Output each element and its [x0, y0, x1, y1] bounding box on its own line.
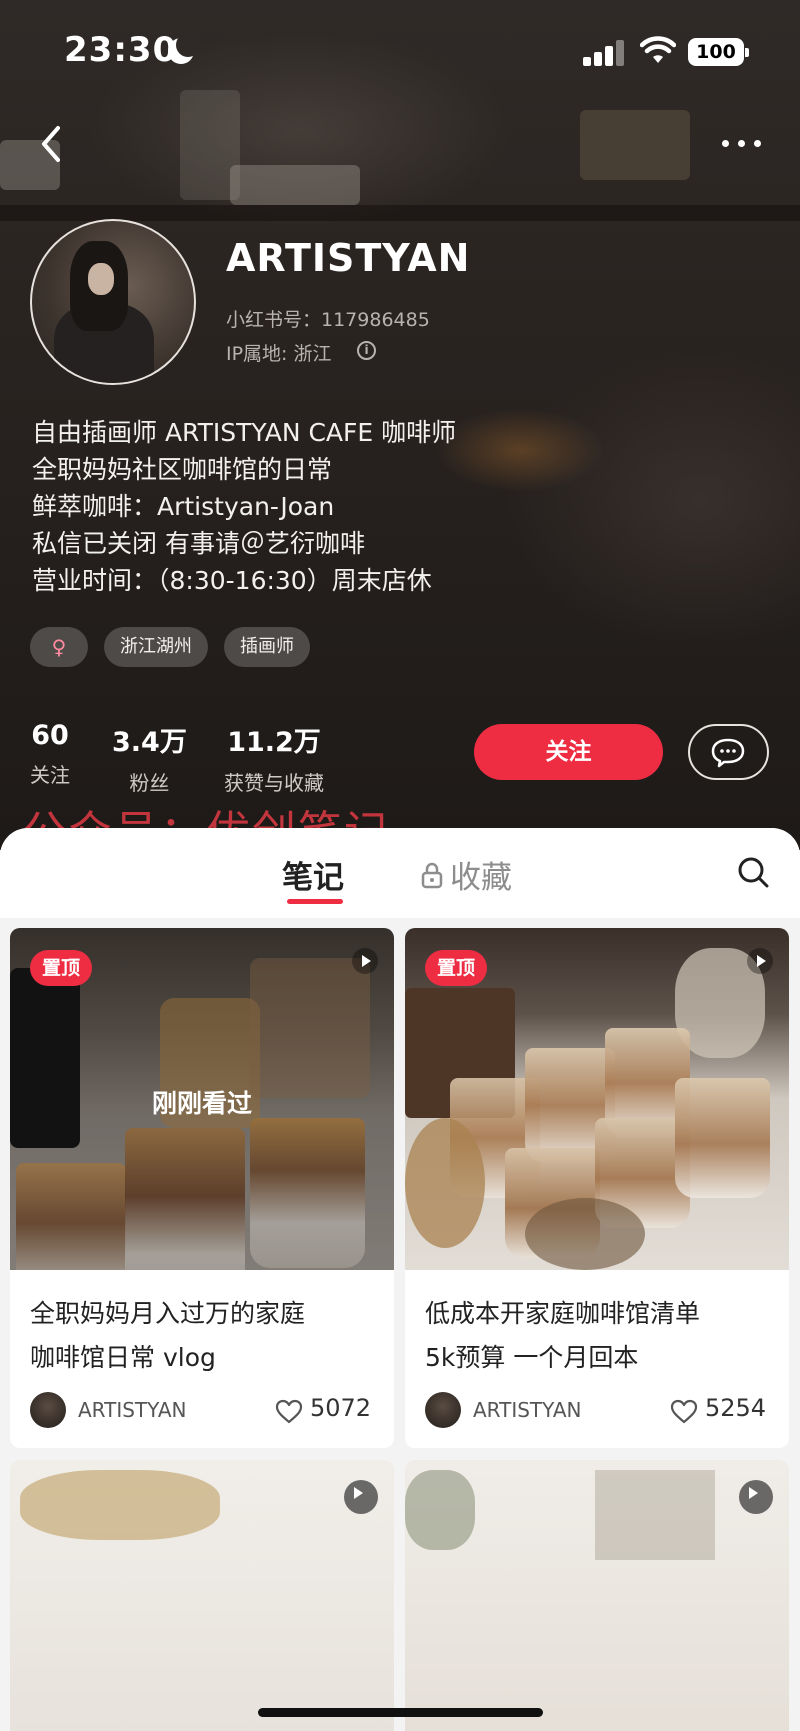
like-count: 5072	[310, 1394, 372, 1422]
video-play-icon	[344, 1480, 378, 1514]
more-dot-icon	[738, 140, 745, 147]
stat-following[interactable]: 60 关注	[30, 720, 70, 788]
bio-line: 营业时间：（8:30-16:30）周末店休	[32, 566, 432, 595]
background-radio	[580, 110, 690, 180]
pinned-badge: 置顶	[425, 950, 488, 986]
active-tab-indicator	[287, 899, 343, 904]
tab-collections-label: 收藏	[450, 860, 512, 896]
video-play-icon	[739, 1480, 773, 1514]
video-play-icon	[747, 948, 773, 974]
note-title: 全职妈妈月入过万的家庭 咖啡馆日常 vlog	[30, 1292, 380, 1380]
status-time: 23:30	[64, 30, 178, 70]
cellular-signal-icon	[583, 40, 625, 66]
battery-indicator: 100	[688, 38, 749, 66]
chat-bubble-icon	[711, 738, 745, 768]
search-button[interactable]	[734, 853, 774, 893]
profile-tags: ♀ 浙江湖州 插画师	[30, 627, 310, 667]
profile-avatar[interactable]	[30, 219, 196, 385]
video-play-icon	[352, 948, 378, 974]
tab-notes[interactable]: 笔记	[282, 852, 344, 897]
do-not-disturb-icon	[168, 33, 200, 64]
back-button[interactable]	[34, 120, 70, 168]
note-card[interactable]: 置顶 刚刚看过 全职妈妈月入过万的家庭 咖啡馆日常 vlog ARTISTYAN…	[10, 928, 394, 1448]
author-name[interactable]: ARTISTYAN	[78, 1398, 186, 1422]
note-title-line: 全职妈妈月入过万的家庭	[30, 1299, 306, 1328]
stat-label: 关注	[30, 763, 70, 787]
follow-button[interactable]: 关注	[474, 724, 663, 780]
recently-viewed-label: 刚刚看过	[151, 1089, 252, 1118]
stat-likes-collections[interactable]: 11.2万 获赞与收藏	[224, 720, 324, 796]
stat-label: 粉丝	[129, 771, 170, 795]
note-title-line: 咖啡馆日常 vlog	[30, 1343, 216, 1372]
profile-bio: 自由插画师 ARTISTYAN CAFE 咖啡师 全职妈妈社区咖啡馆的日常 鲜萃…	[32, 414, 752, 599]
note-card[interactable]	[10, 1460, 394, 1731]
bio-line: 全职妈妈社区咖啡馆的日常	[32, 455, 333, 484]
note-title-line: 5k预算 一个月回本	[425, 1343, 639, 1372]
notes-panel: 笔记 收藏 置顶 刚刚看过 全职妈妈月入过万的家庭 咖啡馆日常 vlog ART…	[0, 828, 800, 1731]
author-avatar[interactable]	[425, 1392, 461, 1428]
message-button[interactable]	[688, 724, 769, 780]
profile-nickname: ARTISTYAN	[226, 236, 471, 280]
bio-line: 鲜萃咖啡：Artistyan-Joan	[32, 492, 335, 521]
stat-value: 3.4万	[112, 727, 187, 758]
bio-line: 私信已关闭 有事请＠艺衍咖啡	[32, 529, 365, 558]
stat-followers[interactable]: 3.4万 粉丝	[112, 720, 187, 796]
location-tag[interactable]: 浙江湖州	[104, 627, 208, 667]
author-avatar[interactable]	[30, 1392, 66, 1428]
gender-tag[interactable]: ♀	[30, 627, 88, 667]
stat-value: 11.2万	[227, 727, 321, 758]
stat-label: 获赞与收藏	[224, 771, 324, 795]
stat-value: 60	[31, 720, 69, 751]
note-cover-image: 置顶 刚刚看过	[10, 928, 394, 1270]
like-count: 5254	[705, 1394, 767, 1422]
red-id[interactable]: 小红书号：117986485	[226, 305, 430, 332]
more-options-button[interactable]	[718, 128, 766, 158]
heart-icon[interactable]	[669, 1398, 699, 1424]
wifi-icon	[640, 36, 676, 63]
note-card[interactable]: 置顶 低成本开家庭咖啡馆清单 5k预算 一个月回本 ARTISTYAN 5254	[405, 928, 789, 1448]
ip-location: IP属地: 浙江	[226, 343, 332, 365]
background-glass	[180, 90, 240, 200]
bio-line: 自由插画师 ARTISTYAN CAFE 咖啡师	[32, 418, 457, 447]
pinned-badge: 置顶	[30, 950, 93, 986]
note-title: 低成本开家庭咖啡馆清单 5k预算 一个月回本	[425, 1292, 775, 1380]
more-dot-icon	[754, 140, 761, 147]
lock-icon	[421, 862, 443, 888]
note-card[interactable]	[405, 1460, 789, 1731]
tab-bar: 笔记 收藏	[0, 828, 800, 918]
chevron-left-icon	[42, 126, 60, 162]
info-icon[interactable]: i	[357, 341, 376, 360]
search-icon	[738, 857, 769, 888]
note-cover-image: 置顶	[405, 928, 789, 1270]
author-name[interactable]: ARTISTYAN	[473, 1398, 581, 1422]
background-plates	[230, 165, 360, 205]
home-indicator[interactable]	[258, 1708, 543, 1717]
tab-collections[interactable]: 收藏	[420, 852, 512, 897]
heart-icon[interactable]	[274, 1398, 304, 1424]
profile-header: 23:30 100 ARTISTYAN 小红书号：117986485 IP属地:…	[0, 0, 800, 850]
occupation-tag[interactable]: 插画师	[224, 627, 310, 667]
note-title-line: 低成本开家庭咖啡馆清单	[425, 1299, 701, 1328]
more-dot-icon	[722, 140, 729, 147]
